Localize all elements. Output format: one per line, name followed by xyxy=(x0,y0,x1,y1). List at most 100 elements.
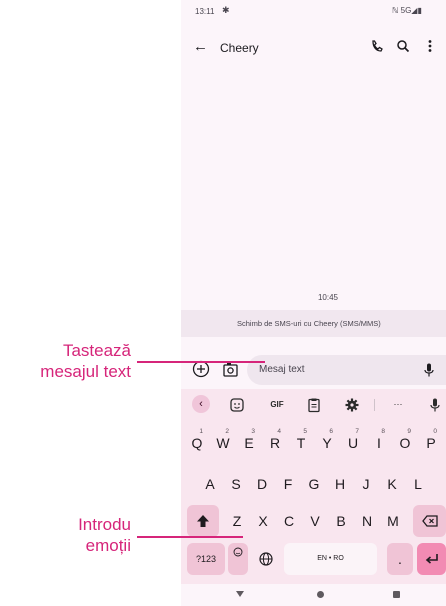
key-v[interactable]: V xyxy=(303,505,327,537)
key-g[interactable]: G xyxy=(302,468,326,500)
period-key[interactable]: . xyxy=(387,543,413,575)
on-screen-keyboard: ‹ GIF ··· Q 1 W 2 E 3 R 4 T 5 Y 6 U 7 I … xyxy=(181,389,446,584)
key-b[interactable]: B xyxy=(329,505,353,537)
enter-arrow-icon xyxy=(425,554,438,564)
key-y[interactable]: Y6 xyxy=(315,427,339,459)
enter-key[interactable] xyxy=(417,543,446,575)
nav-back-icon[interactable] xyxy=(236,591,244,597)
callout-type-message-text: Tastează mesajul text xyxy=(40,341,131,381)
key-f[interactable]: F xyxy=(276,468,300,500)
app-bar: ← Cheery xyxy=(181,32,446,64)
key-label: W xyxy=(216,435,230,451)
key-label: Q xyxy=(191,435,203,451)
key-u[interactable]: U7 xyxy=(341,427,365,459)
key-number-hint: 5 xyxy=(303,428,307,435)
key-number-hint: 0 xyxy=(433,428,437,435)
toolbar-divider xyxy=(374,399,375,411)
phone-call-icon[interactable] xyxy=(370,38,384,54)
conversation-title: Cheery xyxy=(220,41,259,55)
more-options-icon[interactable] xyxy=(425,38,435,54)
key-label: E xyxy=(244,435,254,451)
language-key[interactable] xyxy=(253,543,279,575)
key-j[interactable]: J xyxy=(354,468,378,500)
key-number-hint: 6 xyxy=(329,428,333,435)
network-status: ℕ 5G◢▮ xyxy=(392,6,422,15)
key-o[interactable]: O9 xyxy=(393,427,417,459)
status-time: 13:11 xyxy=(195,7,215,16)
key-n[interactable]: N xyxy=(355,505,379,537)
key-w[interactable]: W2 xyxy=(211,427,235,459)
emoji-smiley-icon xyxy=(233,547,243,557)
key-number-hint: 9 xyxy=(407,428,411,435)
key-number-hint: 1 xyxy=(199,428,203,435)
key-p[interactable]: P0 xyxy=(419,427,443,459)
message-timestamp: 10:45 xyxy=(317,293,339,302)
callout-type-message-line xyxy=(137,361,265,363)
key-z[interactable]: Z xyxy=(225,505,249,537)
key-label: Y xyxy=(322,435,332,451)
message-placeholder: Mesaj text xyxy=(259,364,305,375)
key-label: R xyxy=(269,435,281,451)
backspace-icon xyxy=(421,515,438,527)
key-row-4: ?123 EN • RO . xyxy=(181,543,446,575)
key-row-3: ZXCVBNM xyxy=(181,505,446,537)
search-icon[interactable] xyxy=(396,38,410,54)
key-row-2: ASDFGHJKL xyxy=(181,468,446,500)
system-navigation-bar xyxy=(181,584,446,606)
key-r[interactable]: R4 xyxy=(263,427,287,459)
key-l[interactable]: L xyxy=(406,468,430,500)
keyboard-settings-icon[interactable] xyxy=(344,397,360,413)
nav-home-icon[interactable] xyxy=(317,591,324,598)
space-bar[interactable]: EN • RO xyxy=(284,543,377,575)
phone-screen: 13:11 ✱ ℕ 5G◢▮ ← Cheery 10:45 Schimb de … xyxy=(181,0,446,606)
key-d[interactable]: D xyxy=(250,468,274,500)
nav-recents-icon[interactable] xyxy=(393,591,400,598)
key-t[interactable]: T5 xyxy=(289,427,313,459)
globe-icon xyxy=(259,552,273,566)
key-x[interactable]: X xyxy=(251,505,275,537)
key-i[interactable]: I8 xyxy=(367,427,391,459)
conversation-info-banner: Schimb de SMS-uri cu Cheery (SMS/MMS) xyxy=(181,310,446,337)
emoji-key[interactable] xyxy=(228,543,248,575)
back-arrow-icon[interactable]: ← xyxy=(193,38,208,55)
symbols-key[interactable]: ?123 xyxy=(187,543,225,575)
key-s[interactable]: S xyxy=(224,468,248,500)
callout-insert-emoji: Introdu emoții xyxy=(0,514,131,556)
key-m[interactable]: M xyxy=(381,505,405,537)
key-label: U xyxy=(347,435,359,451)
key-number-hint: 7 xyxy=(355,428,359,435)
key-number-hint: 3 xyxy=(251,428,255,435)
message-text-field[interactable]: Mesaj text xyxy=(247,355,446,385)
key-label: T xyxy=(296,435,306,451)
more-tools-button[interactable]: ··· xyxy=(390,397,406,413)
shift-key[interactable] xyxy=(187,505,219,537)
collapse-toolbar-icon[interactable]: ‹ xyxy=(192,395,210,413)
clipboard-icon[interactable] xyxy=(306,397,322,413)
callout-insert-emoji-line xyxy=(137,536,243,538)
keyboard-voice-icon[interactable] xyxy=(428,397,442,413)
voice-input-icon[interactable] xyxy=(423,362,435,378)
key-number-hint: 4 xyxy=(277,428,281,435)
key-h[interactable]: H xyxy=(328,468,352,500)
backspace-key[interactable] xyxy=(413,505,446,537)
key-label: I xyxy=(377,435,381,451)
key-label: P xyxy=(426,435,436,451)
shift-arrow-icon xyxy=(197,515,209,527)
gif-button[interactable]: GIF xyxy=(267,397,287,413)
key-k[interactable]: K xyxy=(380,468,404,500)
key-number-hint: 8 xyxy=(381,428,385,435)
callout-insert-emoji-text: Introdu emoții xyxy=(78,515,131,555)
settings-notification-icon: ✱ xyxy=(222,5,230,15)
sticker-icon[interactable] xyxy=(229,397,245,413)
key-a[interactable]: A xyxy=(198,468,222,500)
key-row-1: Q1W2E3R4T5Y6U7I8O9P0 xyxy=(181,427,446,459)
callout-type-message: Tastează mesajul text xyxy=(0,340,131,382)
key-number-hint: 2 xyxy=(225,428,229,435)
keyboard-toolbar: ‹ GIF ··· xyxy=(181,389,446,419)
key-q[interactable]: Q1 xyxy=(185,427,209,459)
key-label: O xyxy=(399,435,411,451)
key-e[interactable]: E3 xyxy=(237,427,261,459)
compose-bar: Mesaj text xyxy=(181,352,446,388)
status-bar: 13:11 ✱ ℕ 5G◢▮ xyxy=(181,0,446,20)
key-c[interactable]: C xyxy=(277,505,301,537)
